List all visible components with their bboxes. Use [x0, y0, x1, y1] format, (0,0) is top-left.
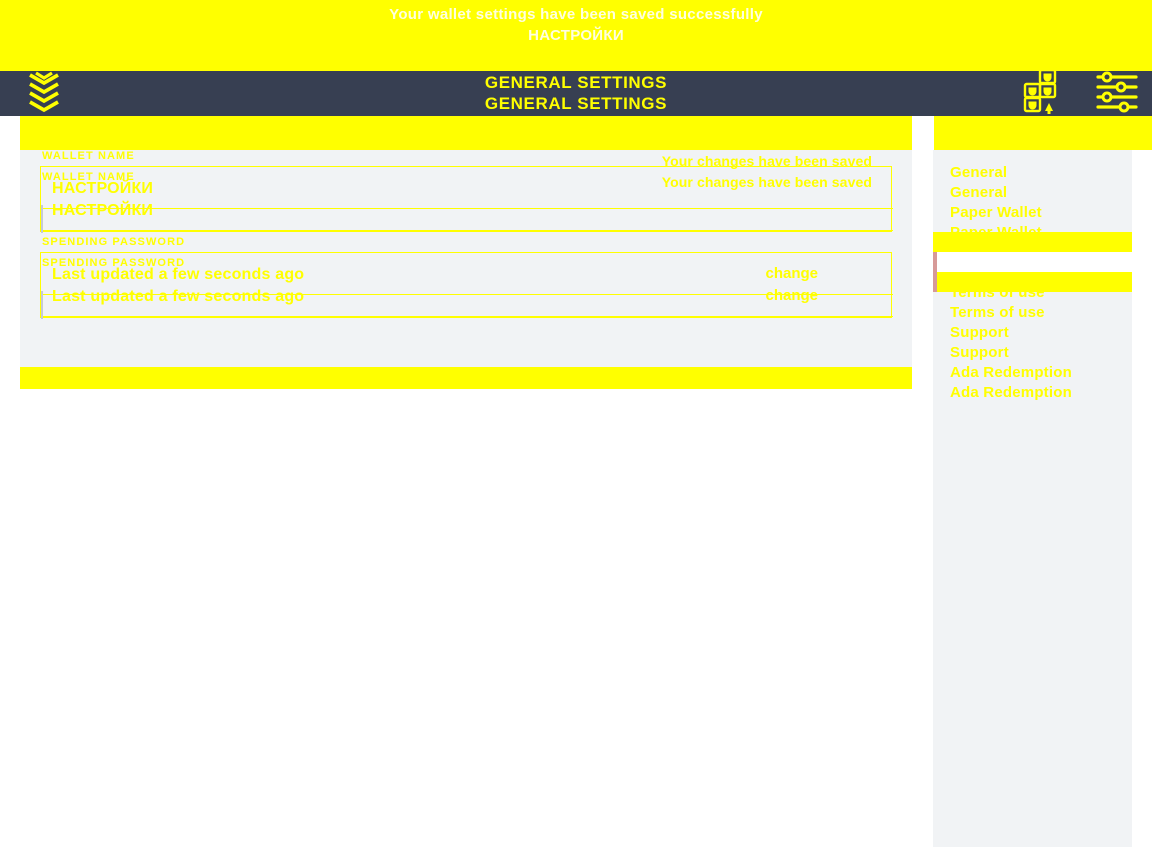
- settings-content-panel: WALLET NAME WALLET NAME НАСТРОЙКИ НАСТРО…: [20, 128, 912, 388]
- sidebar-item-label: Support: [950, 324, 1009, 341]
- sidebar-item-ada-redemption[interactable]: Ada Redemption: [933, 364, 1132, 384]
- spending-password-value-primary: Last updated a few seconds ago: [52, 266, 305, 283]
- sidebar-item-label: Support: [950, 344, 1009, 361]
- sidebar-item-label: Paper Wallet: [950, 204, 1042, 221]
- topbar-actions: [1022, 68, 1140, 116]
- wallet-name-label-primary: WALLET NAME: [42, 150, 135, 162]
- wallet-name-underline-2: [41, 230, 893, 231]
- sidebar-item-general-ghost[interactable]: General: [933, 184, 1132, 204]
- sidebar-item-support-ghost[interactable]: Support: [933, 344, 1132, 364]
- sidebar-item-ada-redemption-ghost[interactable]: Ada Redemption: [933, 384, 1132, 404]
- sidebar-glitch-band-1: [933, 232, 1132, 252]
- notification-line-2: НАСТРОЙКИ: [528, 27, 624, 44]
- sidebar-item-terms-of-use-ghost[interactable]: Terms of use: [933, 304, 1132, 324]
- sidebar-item-label: Ada Redemption: [950, 364, 1072, 381]
- sidebar-item-label: General: [950, 164, 1008, 181]
- app-root: Your wallet settings have been saved suc…: [0, 0, 1152, 847]
- sidebar-item-label: Ada Redemption: [950, 384, 1072, 401]
- wallet-name-saved-message-primary: Your changes have been saved: [661, 153, 872, 169]
- underline-band-left-notch: [0, 116, 20, 150]
- notification-line-1: Your wallet settings have been saved suc…: [389, 6, 763, 23]
- sidebar-highlight-band: [933, 252, 1132, 272]
- settings-sliders-icon[interactable]: [1094, 69, 1140, 115]
- content-bottom-band: [20, 367, 912, 389]
- wallet-name-value-ghost: НАСТРОЙКИ: [52, 202, 154, 219]
- spending-password-field[interactable]: [40, 252, 893, 319]
- sidebar-item-paper-wallet[interactable]: Paper Wallet: [933, 204, 1132, 224]
- sidebar-item-general[interactable]: General: [933, 164, 1132, 184]
- sidebar-item-label: General: [950, 184, 1008, 201]
- page-title-line-1: GENERAL SETTINGS: [484, 73, 668, 92]
- wallets-grid-icon[interactable]: [1022, 68, 1068, 115]
- spending-password-caret: [41, 291, 43, 319]
- underline-band-right-notch: [912, 116, 934, 150]
- page-title-line-2: GENERAL SETTINGS: [484, 94, 668, 113]
- top-navigation-bar: GENERAL SETTINGS GENERAL SETTINGS: [0, 68, 1152, 116]
- wallet-name-caret: [41, 205, 43, 233]
- spending-password-label-primary: SPENDING PASSWORD: [42, 236, 186, 248]
- spending-password-underline-2: [41, 316, 893, 317]
- wallet-name-underline-1: [41, 208, 893, 209]
- spending-password-change-link-primary[interactable]: change: [765, 265, 818, 282]
- sidebar-item-support[interactable]: Support: [933, 324, 1132, 344]
- wallet-name-saved-message-ghost: Your changes have been saved: [661, 174, 872, 190]
- wallet-name-value-primary: НАСТРОЙКИ: [52, 180, 154, 197]
- sidebar-active-indicator: [933, 252, 937, 292]
- spending-password-change-link-ghost[interactable]: change: [765, 287, 818, 304]
- spending-password-value-ghost: Last updated a few seconds ago: [52, 288, 305, 305]
- notification-banner: Your wallet settings have been saved suc…: [0, 0, 1152, 71]
- sidebar-item-label: Terms of use: [950, 304, 1045, 321]
- sidebar-top-band: [933, 128, 1132, 150]
- sidebar-glitch-band-2: [933, 272, 1132, 292]
- settings-sidebar-menu: General General Paper Wallet Paper Walle…: [933, 146, 1132, 847]
